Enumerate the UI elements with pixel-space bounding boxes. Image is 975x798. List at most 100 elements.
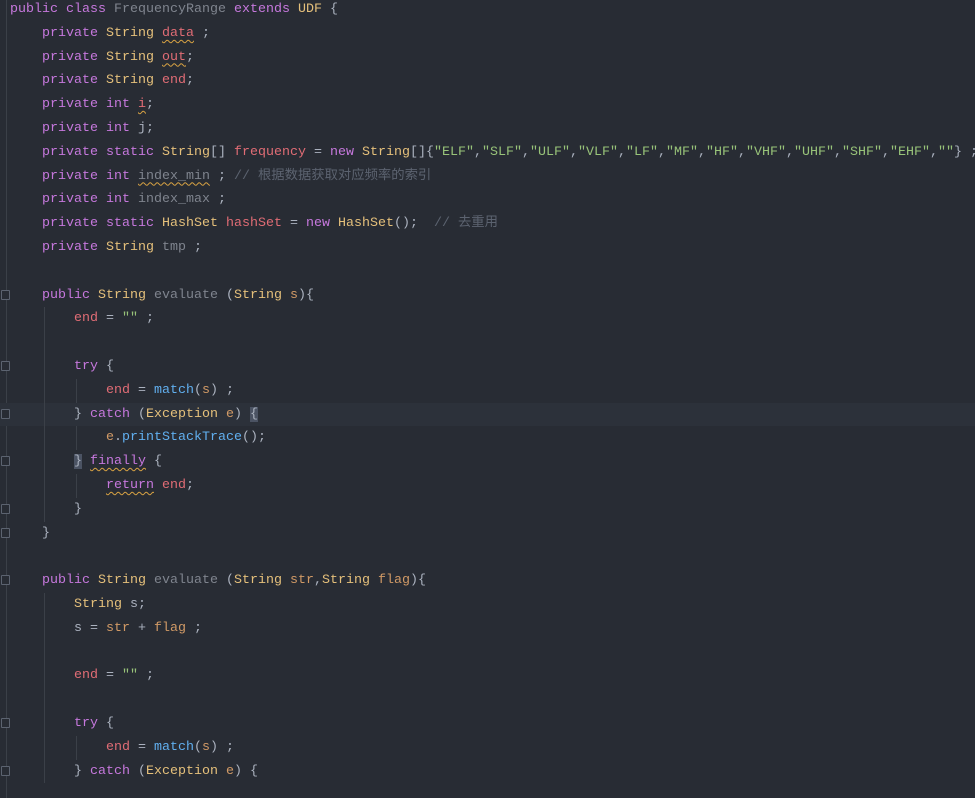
code-token: ; — [185, 477, 194, 493]
code-token: hashSet — [225, 216, 282, 232]
code-token: private static — [42, 144, 162, 160]
indent-guide — [44, 497, 45, 522]
code-token: FrequencyRange — [113, 2, 234, 17]
fold-toggle-icon[interactable] — [1, 456, 10, 467]
code-token: , — [737, 144, 746, 160]
code-token: ( — [225, 287, 234, 303]
code-line[interactable]: private int index_max ; — [0, 188, 975, 212]
fold-toggle-icon[interactable] — [1, 360, 10, 371]
code-line[interactable] — [0, 260, 975, 284]
code-token: private — [42, 25, 106, 41]
code-line[interactable]: end = "" ; — [0, 664, 975, 689]
code-token: "UHF" — [793, 144, 834, 160]
code-line[interactable]: try { — [0, 354, 975, 379]
code-line[interactable]: public String evaluate (String s){ — [0, 284, 975, 308]
code-token: public — [42, 287, 98, 303]
code-token: ; — [138, 668, 154, 684]
indent-guide — [44, 688, 45, 712]
code-token: try — [74, 715, 106, 731]
indent-guide — [76, 473, 77, 498]
code-token: []{ — [409, 144, 434, 160]
code-token: = — [305, 144, 330, 160]
code-line[interactable]: private static HashSet hashSet = new Has… — [0, 212, 975, 236]
code-token: j; — [137, 120, 154, 136]
code-token: , — [833, 144, 842, 160]
fold-toggle-icon[interactable] — [1, 408, 10, 419]
code-line[interactable]: } — [0, 497, 975, 522]
code-line[interactable]: end = "" ; — [0, 307, 975, 332]
code-line[interactable]: private String tmp ; — [0, 236, 975, 260]
code-line[interactable]: } finally { — [0, 450, 975, 474]
code-token: private static — [42, 216, 162, 232]
fold-toggle-icon[interactable] — [1, 575, 10, 586]
code-line[interactable]: } catch (Exception e) { — [0, 759, 975, 784]
fold-toggle-icon[interactable] — [1, 289, 10, 300]
code-line[interactable]: return end; — [0, 473, 975, 498]
code-token: , — [697, 144, 706, 160]
code-token: "HF" — [705, 144, 738, 160]
code-line[interactable]: end = match(s) ; — [0, 378, 975, 403]
code-comment: // 根据数据获取对应频率的索引 — [233, 168, 432, 184]
code-line[interactable]: } — [0, 522, 975, 546]
code-line[interactable]: private String data ; — [0, 22, 975, 46]
code-line[interactable]: private String end; — [0, 69, 975, 93]
fold-toggle-icon[interactable] — [1, 765, 10, 776]
code-token: , — [657, 144, 666, 160]
code-lines[interactable]: public class FrequencyRange extends UDF … — [0, 0, 975, 784]
code-token: private int — [42, 168, 138, 184]
code-token: Exception — [146, 406, 226, 422]
code-token: "ELF" — [433, 144, 474, 160]
code-line[interactable] — [0, 640, 975, 665]
code-line[interactable]: } catch (Exception e) { — [0, 402, 975, 427]
code-token: private — [42, 73, 106, 89]
code-token: String — [98, 573, 154, 589]
indent-guide — [44, 664, 45, 689]
code-token: ; — [186, 73, 194, 89]
code-line[interactable]: private static String[] frequency = new … — [0, 141, 975, 165]
code-line[interactable] — [0, 688, 975, 712]
code-token: String — [106, 73, 162, 89]
code-line[interactable]: public class FrequencyRange extends UDF … — [0, 0, 975, 22]
fold-toggle-icon[interactable] — [1, 717, 10, 728]
code-token: ){ — [297, 287, 314, 303]
code-line[interactable]: private String out; — [0, 46, 975, 70]
fold-toggle-icon[interactable] — [1, 503, 10, 514]
code-line[interactable] — [0, 545, 975, 569]
code-line[interactable]: String s; — [0, 592, 975, 617]
code-token: ){ — [409, 573, 426, 589]
code-line[interactable]: end = match(s) ; — [0, 735, 975, 760]
code-line[interactable] — [0, 331, 975, 355]
code-token: , — [785, 144, 794, 160]
code-line[interactable]: s = str + flag ; — [0, 616, 975, 641]
code-token: try — [74, 358, 106, 374]
code-line[interactable]: e.printStackTrace(); — [0, 426, 975, 451]
fold-toggle-icon[interactable] — [1, 527, 10, 538]
code-token: ; — [209, 192, 226, 208]
code-token: out — [162, 49, 186, 65]
code-token: ) ; — [209, 739, 234, 755]
indent-guide — [44, 426, 45, 451]
code-editor[interactable]: public class FrequencyRange extends UDF … — [0, 0, 975, 798]
code-line[interactable]: private int j; — [0, 117, 975, 141]
code-token: (); — [241, 430, 266, 446]
code-token: ) { — [233, 763, 258, 779]
code-line[interactable]: public String evaluate (String str,Strin… — [0, 569, 975, 593]
code-line[interactable]: private int index_min ; // 根据数据获取对应频率的索引 — [0, 165, 975, 189]
code-token: index_min — [137, 168, 210, 184]
code-line[interactable]: try { — [0, 711, 975, 736]
code-line[interactable]: private int i; — [0, 93, 975, 117]
code-token: , — [569, 144, 578, 160]
code-token: "" — [122, 668, 138, 684]
code-token: end — [162, 73, 186, 89]
